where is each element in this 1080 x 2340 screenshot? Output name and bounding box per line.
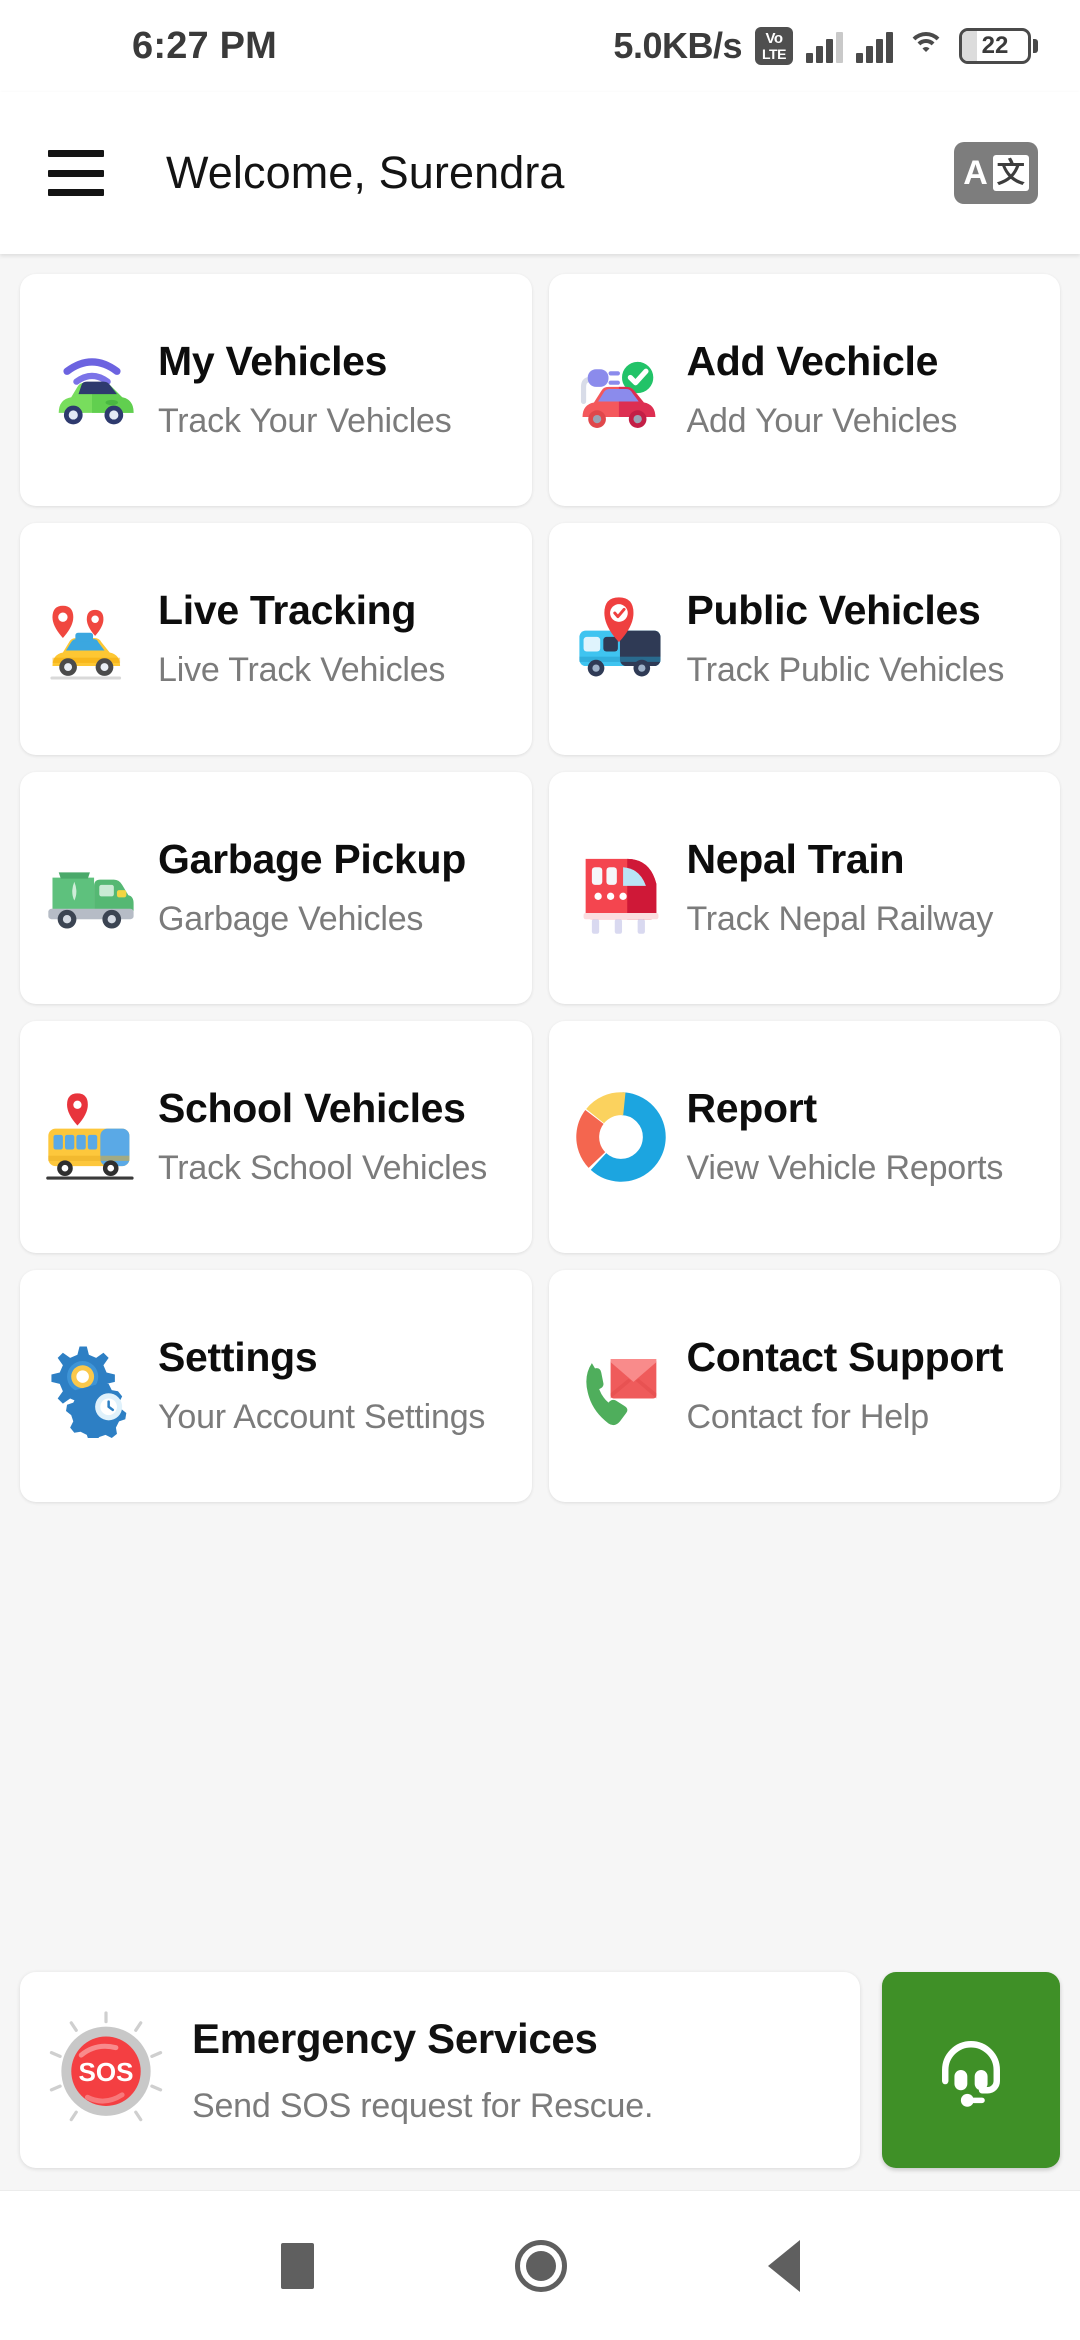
card-text: Nepal Train Track Nepal Railway (687, 838, 994, 938)
donut-chart-icon (569, 1085, 673, 1189)
taxi-map-pins-icon (40, 587, 144, 691)
sos-button-icon: SOS (44, 2008, 168, 2132)
card-subtitle: Live Track Vehicles (158, 651, 446, 690)
card-text: My Vehicles Track Your Vehicles (158, 340, 452, 440)
card-text: Contact Support Contact for Help (687, 1336, 1004, 1436)
card-title: Contact Support (686, 1334, 1004, 1381)
status-bar-indicators: 5.0KB/s Vo LTE 22 (613, 25, 1038, 67)
volte-top-label: Vo (765, 30, 783, 47)
card-subtitle: Track School Vehicles (158, 1149, 488, 1188)
card-title: Report (686, 1085, 818, 1132)
card-text: School Vehicles Track School Vehicles (158, 1087, 487, 1187)
translate-icon[interactable]: A 文 (954, 142, 1038, 204)
battery-percent-label: 22 (981, 32, 1009, 59)
card-public-vehicles[interactable]: Public Vehicles Track Public Vehicles (548, 523, 1060, 755)
emergency-title: Emergency Services (192, 2014, 598, 2062)
translate-glyph-box: 文 (992, 155, 1029, 191)
card-my-vehicles[interactable]: My Vehicles Track Your Vehicles (20, 274, 532, 506)
card-contact-support[interactable]: Contact Support Contact for Help (548, 1270, 1060, 1502)
svg-text:SOS: SOS (79, 2057, 134, 2087)
card-text: Garbage Pickup Garbage Vehicles (158, 838, 466, 938)
support-call-button[interactable] (882, 1972, 1060, 2168)
volte-icon: Vo LTE (755, 27, 793, 65)
wifi-icon (906, 30, 946, 62)
android-navigation-bar (0, 2190, 1080, 2340)
card-title: Nepal Train (686, 836, 905, 883)
card-title: Public Vehicles (686, 587, 981, 634)
card-subtitle: Contact for Help (686, 1398, 930, 1437)
page-title: Welcome, Surendra (166, 147, 565, 198)
card-subtitle: Track Nepal Railway (686, 900, 994, 939)
card-text: Report View Vehicle Reports (687, 1087, 1004, 1187)
app-bar: Welcome, Surendra A 文 (0, 92, 1080, 254)
main-content: My Vehicles Track Your Vehicles Add Vech… (0, 254, 1080, 1972)
card-title: School Vehicles (158, 1085, 466, 1132)
translate-letter-label: A (963, 154, 988, 192)
card-title: Live Tracking (158, 587, 417, 634)
app-screen: 6:27 PM 5.0KB/s Vo LTE 22 Welcome, Suren… (0, 0, 1080, 2340)
yellow-school-bus-pin-icon (40, 1085, 144, 1189)
card-subtitle: View Vehicle Reports (686, 1149, 1004, 1188)
card-text: Live Tracking Live Track Vehicles (158, 589, 445, 689)
hamburger-menu-icon[interactable] (48, 150, 104, 196)
card-text: Settings Your Account Settings (158, 1336, 485, 1436)
signal-bars-sim2-icon (856, 29, 893, 63)
card-text: Public Vehicles Track Public Vehicles (687, 589, 1005, 689)
card-school-vehicles[interactable]: School Vehicles Track School Vehicles (20, 1021, 532, 1253)
feature-grid: My Vehicles Track Your Vehicles Add Vech… (20, 274, 1060, 1502)
add-red-car-plug-check-icon (569, 338, 673, 442)
connected-green-car-icon (40, 338, 144, 442)
signal-bars-sim1-icon (806, 29, 843, 63)
status-bar: 6:27 PM 5.0KB/s Vo LTE 22 (0, 0, 1080, 92)
phone-envelope-icon (569, 1334, 673, 1438)
recents-square-icon[interactable] (280, 2242, 314, 2289)
status-bar-clock: 6:27 PM (132, 24, 278, 67)
emergency-section: SOS Emergency Services Send SOS request … (0, 1972, 1080, 2190)
card-subtitle: Track Your Vehicles (158, 402, 452, 441)
emergency-subtitle: Send SOS request for Rescue. (192, 2086, 654, 2125)
card-subtitle: Add Your Vehicles (686, 402, 958, 441)
battery-icon: 22 (959, 28, 1038, 64)
card-live-tracking[interactable]: Live Tracking Live Track Vehicles (20, 523, 532, 755)
card-subtitle: Garbage Vehicles (158, 900, 424, 939)
back-triangle-icon[interactable] (767, 2239, 800, 2292)
card-text: Add Vechicle Add Your Vehicles (687, 340, 958, 440)
card-title: Settings (158, 1334, 318, 1381)
card-report[interactable]: Report View Vehicle Reports (548, 1021, 1060, 1253)
card-title: Garbage Pickup (158, 836, 466, 883)
card-garbage-pickup[interactable]: Garbage Pickup Garbage Vehicles (20, 772, 532, 1004)
network-speed-indicator: 5.0KB/s (613, 25, 742, 66)
home-circle-icon[interactable] (514, 2239, 567, 2292)
blue-gears-icon (40, 1334, 144, 1438)
card-subtitle: Your Account Settings (158, 1398, 486, 1437)
card-title: Add Vechicle (686, 338, 939, 385)
emergency-services-card[interactable]: SOS Emergency Services Send SOS request … (20, 1972, 860, 2168)
card-subtitle: Track Public Vehicles (686, 651, 1005, 690)
translate-glyph-label: 文 (996, 157, 1025, 188)
green-garbage-truck-icon (40, 836, 144, 940)
card-settings[interactable]: Settings Your Account Settings (20, 1270, 532, 1502)
red-train-icon (569, 836, 673, 940)
blue-bus-pin-icon (569, 587, 673, 691)
card-title: My Vehicles (158, 338, 388, 385)
card-nepal-train[interactable]: Nepal Train Track Nepal Railway (548, 772, 1060, 1004)
headset-support-icon (942, 2041, 1000, 2107)
volte-bottom-label: LTE (762, 46, 786, 62)
emergency-text: Emergency Services Send SOS request for … (192, 2015, 653, 2126)
card-add-vehicle[interactable]: Add Vechicle Add Your Vehicles (548, 274, 1060, 506)
